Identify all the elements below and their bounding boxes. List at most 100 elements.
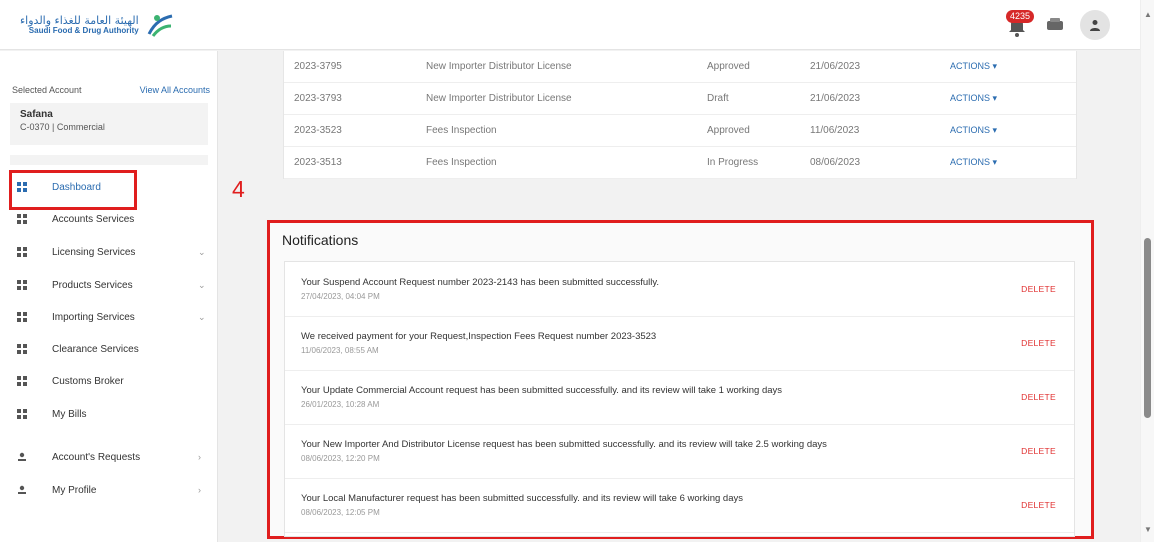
sfda-logo[interactable]: الهيئة العامة للغذاء والدواء Saudi Food … [20,12,175,38]
sidebar-item-label: Clearance Services [52,343,139,355]
status-cell: Draft [707,93,729,104]
chevron-right-icon: › [198,485,201,495]
table-row: 2023-3795 New Importer Distributor Licens… [284,51,1076,83]
top-bar: الهيئة العامة للغذاء والدواء Saudi Food … [0,0,1140,50]
request-id-cell: 2023-3523 [294,125,342,136]
notification-date: 08/06/2023, 12:05 PM [301,508,380,517]
notification-message: Your New Importer And Distributor Licens… [301,439,827,450]
actions-dropdown[interactable]: ACTIONS ▾ [950,93,997,104]
delete-notification-button[interactable]: DELETE [1021,284,1056,294]
scrollbar-thumb[interactable] [1144,238,1151,418]
notifications-title: Notifications [282,232,359,248]
request-id-cell: 2023-3793 [294,93,342,104]
sidebar-item-label: Accounts Services [52,213,135,225]
notification-date: 26/01/2023, 10:28 AM [301,400,380,409]
notification-item: Your Local Manufacturer request has been… [285,478,1074,533]
notification-message: Your Suspend Account Request number 2023… [301,277,660,288]
table-row: 2023-3523 Fees Inspection Approved 11/06/20… [284,115,1076,147]
table-row: 2023-3513 Fees Inspection In Progress 08/06… [284,147,1076,179]
sidebar-item-my-bills[interactable]: My Bills [0,402,218,426]
grid-icon [17,247,27,257]
status-cell: Approved [707,125,750,136]
date-cell: 21/06/2023 [810,61,861,72]
notification-date: 27/04/2023, 04:04 PM [301,292,380,301]
divider [10,155,208,165]
delete-notification-button[interactable]: DELETE [1021,338,1056,348]
request-id-cell: 2023-3795 [294,61,342,72]
logo-english-name: Saudi Food & Drug Authority [28,25,139,35]
requests-table: 2023-3795 New Importer Distributor Licens… [283,51,1077,179]
logo-text: الهيئة العامة للغذاء والدواء Saudi Food … [20,13,139,36]
sidebar-item-importing-services[interactable]: Importing Services ⌄ [0,305,218,329]
sidebar-item-customs-broker[interactable]: Customs Broker [0,369,218,393]
page-scrollbar[interactable]: ▲ ▼ [1140,0,1154,542]
sidebar-item-label: Customs Broker [52,375,124,387]
view-all-accounts-link[interactable]: View All Accounts [140,85,210,95]
delete-notification-button[interactable]: DELETE [1021,446,1056,456]
person-icon [18,485,26,494]
date-cell: 21/06/2023 [810,93,861,104]
actions-dropdown[interactable]: ACTIONS ▾ [950,61,997,72]
request-id-cell: 2023-3513 [294,157,342,168]
actions-dropdown[interactable]: ACTIONS ▾ [950,125,997,136]
delete-notification-button[interactable]: DELETE [1021,392,1056,402]
selected-account-label: Selected Account [12,85,82,95]
step-number: 4 [232,176,245,202]
sidebar-item-label: Account's Requests [52,451,141,463]
notifications-bell[interactable]: 4235 [1004,10,1035,39]
chevron-down-icon: ⌄ [198,311,206,322]
user-icon [1090,20,1100,31]
sidebar-item-my-profile[interactable]: My Profile › [0,478,218,502]
sfda-logo-mark-icon [147,14,173,37]
scroll-up-arrow-icon[interactable]: ▲ [1144,10,1152,19]
date-cell: 11/06/2023 [810,125,860,136]
sidebar-item-label: Licensing Services [52,246,136,258]
selected-account-header: Selected Account View All Accounts [12,85,210,95]
person-icon [18,452,26,461]
sidebar-item-account-s-requests[interactable]: Account's Requests › [0,445,218,469]
notification-item: Your Suspend Account Request number 2023… [285,262,1074,317]
account-name: Safana [20,109,53,120]
sidebar-item-products-services[interactable]: Products Services ⌄ [0,273,218,297]
logo-arabic-name: الهيئة العامة للغذاء والدواء [20,13,139,27]
chevron-right-icon: › [198,452,201,462]
service-cell: New Importer Distributor License [426,93,572,104]
grid-icon [17,409,27,419]
grid-icon [17,280,27,290]
notification-message: Your Update Commercial Account request h… [301,385,783,396]
chevron-down-icon: ⌄ [198,246,206,257]
grid-icon [17,214,27,224]
notification-date: 11/06/2023, 08:55 AM [301,346,379,355]
sidebar-item-licensing-services[interactable]: Licensing Services ⌄ [0,240,218,264]
service-cell: New Importer Distributor License [426,61,572,72]
status-cell: Approved [707,61,750,72]
delete-notification-button[interactable]: DELETE [1021,500,1056,510]
account-id: C-0370 [20,122,50,132]
notifications-list: Your Suspend Account Request number 2023… [284,261,1075,537]
notification-item: Your Update Commercial Account request h… [285,370,1074,425]
user-avatar[interactable] [1080,10,1110,40]
chevron-down-icon: ⌄ [198,279,206,290]
grid-icon [17,312,27,322]
date-cell: 08/06/2023 [810,157,861,168]
notification-message: We received payment for your Request,Ins… [301,331,657,342]
actions-dropdown[interactable]: ACTIONS ▾ [950,157,997,168]
selected-account-card: Safana C-0370 | Commercial [10,103,208,145]
dashboard-highlight-box [9,170,137,210]
grid-icon [17,376,27,386]
notification-item: We received payment for your Request,Ins… [285,316,1074,371]
account-type: Commercial [56,122,105,132]
status-cell: In Progress [707,157,759,168]
sidebar-item-label: My Profile [52,484,97,496]
sidebar-item-label: Products Services [52,279,133,291]
notification-date: 08/06/2023, 12:20 PM [301,454,380,463]
account-details: C-0370 | Commercial [20,122,198,132]
sidebar-item-label: Importing Services [52,311,135,323]
scroll-down-arrow-icon[interactable]: ▼ [1144,525,1152,534]
sidebar-item-accounts-services[interactable]: Accounts Services [0,207,218,231]
notification-message: Your Local Manufacturer request has been… [301,493,743,504]
sidebar-item-clearance-services[interactable]: Clearance Services [0,337,218,361]
grid-icon [17,344,27,354]
cart-icon[interactable] [1046,18,1064,32]
header-actions: 4235 [1004,10,1110,40]
